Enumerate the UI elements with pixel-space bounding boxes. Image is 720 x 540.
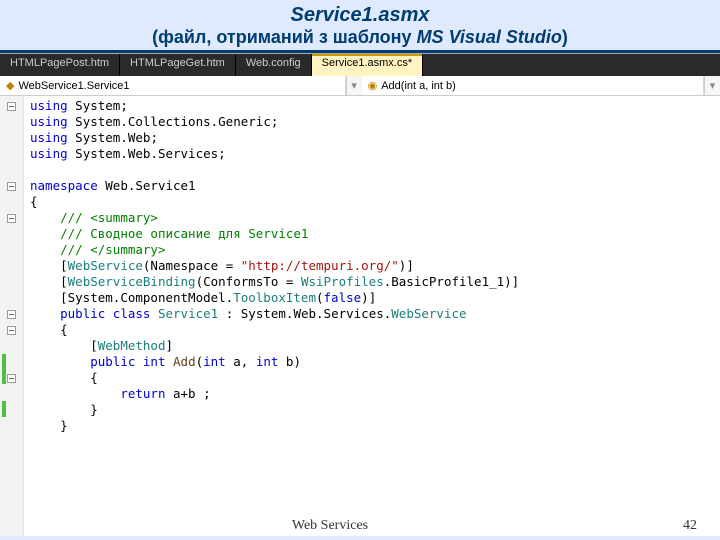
nav-member-label: Add(int a, int b) xyxy=(381,80,456,92)
subtitle-em: MS Visual Studio xyxy=(417,27,562,47)
kw-public-class: public xyxy=(60,306,105,321)
semi-4: ; xyxy=(218,146,226,161)
slide-footer: Web Services 42 xyxy=(0,518,720,534)
base-class: WebService xyxy=(391,306,466,321)
footer-title: Web Services xyxy=(0,518,660,534)
brace-class-close: } xyxy=(60,418,68,433)
slide-title: Service1.asmx (файл, отриманий з шаблону… xyxy=(0,0,720,48)
attr-tb-end: )] xyxy=(361,290,376,305)
fold-summary[interactable] xyxy=(0,210,23,226)
attr-wsb-end: .BasicProfile1_1)] xyxy=(384,274,519,289)
method-add: Add xyxy=(173,354,196,369)
tab-service1-cs[interactable]: Service1.asmx.cs* xyxy=(312,54,423,76)
kw-using-2: using xyxy=(30,114,68,129)
title-filename: Service1.asmx xyxy=(0,4,720,27)
attr-tb-pre: [System.ComponentModel. xyxy=(60,290,233,305)
nav-right-chevron[interactable]: ▾ xyxy=(704,76,720,95)
change-marker-2 xyxy=(2,401,6,417)
class-name: Service1 xyxy=(158,306,218,321)
attr-webservicebinding: WebServiceBinding xyxy=(68,274,196,289)
attr-wsb-mid: (ConformsTo = xyxy=(196,274,301,289)
tab-bar: HTMLPagePost.htm HTMLPageGet.htm Web.con… xyxy=(0,54,720,76)
attr-tb-open: ( xyxy=(316,290,324,305)
attr-ws-open: [ xyxy=(60,258,68,273)
ns-generic: System.Collections.Generic xyxy=(75,114,271,129)
folding-gutter xyxy=(0,96,24,536)
code-area[interactable]: using System; using System.Collections.G… xyxy=(24,96,720,536)
param-a: a, xyxy=(226,354,256,369)
kw-using-1: using xyxy=(30,98,68,113)
attr-webservice: WebService xyxy=(68,258,143,273)
attr-wm-open: [ xyxy=(90,338,98,353)
attr-wsb-open: [ xyxy=(60,274,68,289)
change-marker-1 xyxy=(2,354,6,384)
semi-1: ; xyxy=(120,98,128,113)
attr-ws-mid: (Namespace = xyxy=(143,258,241,273)
class-colon: : System.Web.Services. xyxy=(218,306,391,321)
kw-int-ret: int xyxy=(143,354,166,369)
code-editor: using System; using System.Collections.G… xyxy=(0,96,720,536)
semi-2: ; xyxy=(271,114,279,129)
tab-htmlpagepost[interactable]: HTMLPagePost.htm xyxy=(0,54,120,76)
kw-namespace: namespace xyxy=(30,178,98,193)
nav-class-dropdown[interactable]: ◆ WebService1.Service1 xyxy=(0,76,346,95)
subtitle-post: ) xyxy=(562,27,568,47)
attr-wm-close: ] xyxy=(165,338,173,353)
sig-open: ( xyxy=(196,354,204,369)
nav-member-dropdown[interactable]: ◉ Add(int a, int b) xyxy=(362,76,704,95)
nav-class-label: WebService1.Service1 xyxy=(18,80,129,92)
navigation-bar: ◆ WebService1.Service1 ▾ ◉ Add(int a, in… xyxy=(0,76,720,96)
ide-window: HTMLPagePost.htm HTMLPageGet.htm Web.con… xyxy=(0,53,720,536)
comment-summary-open: /// <summary> xyxy=(60,210,158,225)
ns-services: System.Web.Services xyxy=(75,146,218,161)
comment-summary-text: /// Сводное описание для Service1 xyxy=(60,226,308,241)
kw-false: false xyxy=(324,290,362,305)
param-b: b) xyxy=(278,354,301,369)
attr-ws-url: "http://tempuri.org/" xyxy=(241,258,399,273)
subtitle-pre: (файл, отриманий з шаблону xyxy=(152,27,416,47)
kw-using-4: using xyxy=(30,146,68,161)
kw-public-method: public xyxy=(90,354,135,369)
fold-class[interactable] xyxy=(0,322,23,338)
ns-web: System.Web xyxy=(75,130,150,145)
attr-toolboxitem: ToolboxItem xyxy=(233,290,316,305)
kw-int-a: int xyxy=(203,354,226,369)
kw-return: return xyxy=(120,386,165,401)
class-icon: ◆ xyxy=(6,79,14,92)
brace-ns-open: { xyxy=(30,194,38,209)
brace-method-open: { xyxy=(90,370,98,385)
attr-ws-end: )] xyxy=(399,258,414,273)
footer-page: 42 xyxy=(660,518,720,534)
tab-webconfig[interactable]: Web.config xyxy=(236,54,312,76)
return-expr: a+b ; xyxy=(165,386,210,401)
comment-summary-close: /// </summary> xyxy=(60,242,165,257)
kw-using-3: using xyxy=(30,130,68,145)
nav-left-chevron[interactable]: ▾ xyxy=(346,76,362,95)
brace-method-close: } xyxy=(90,402,98,417)
namespace-name: Web.Service1 xyxy=(105,178,195,193)
attr-webmethod: WebMethod xyxy=(98,338,166,353)
kw-int-b: int xyxy=(256,354,279,369)
ns-system: System xyxy=(75,98,120,113)
title-subtitle: (файл, отриманий з шаблону MS Visual Stu… xyxy=(0,27,720,48)
tab-htmlpageget[interactable]: HTMLPageGet.htm xyxy=(120,54,236,76)
method-icon: ◉ xyxy=(368,79,378,92)
kw-class: class xyxy=(113,306,151,321)
brace-class-open: { xyxy=(60,322,68,337)
semi-3: ; xyxy=(150,130,158,145)
fold-attrs[interactable] xyxy=(0,306,23,322)
fold-usings[interactable] xyxy=(0,98,23,114)
fold-namespace[interactable] xyxy=(0,178,23,194)
attr-wsiprofiles: WsiProfiles xyxy=(301,274,384,289)
